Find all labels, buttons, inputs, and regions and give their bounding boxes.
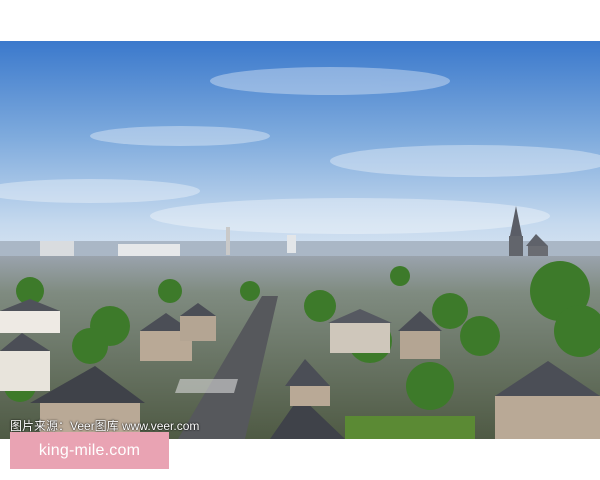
watermark-banner: king-mile.com [10,432,169,469]
town-aerial-photo [0,41,600,439]
watermark-text: king-mile.com [38,441,141,459]
